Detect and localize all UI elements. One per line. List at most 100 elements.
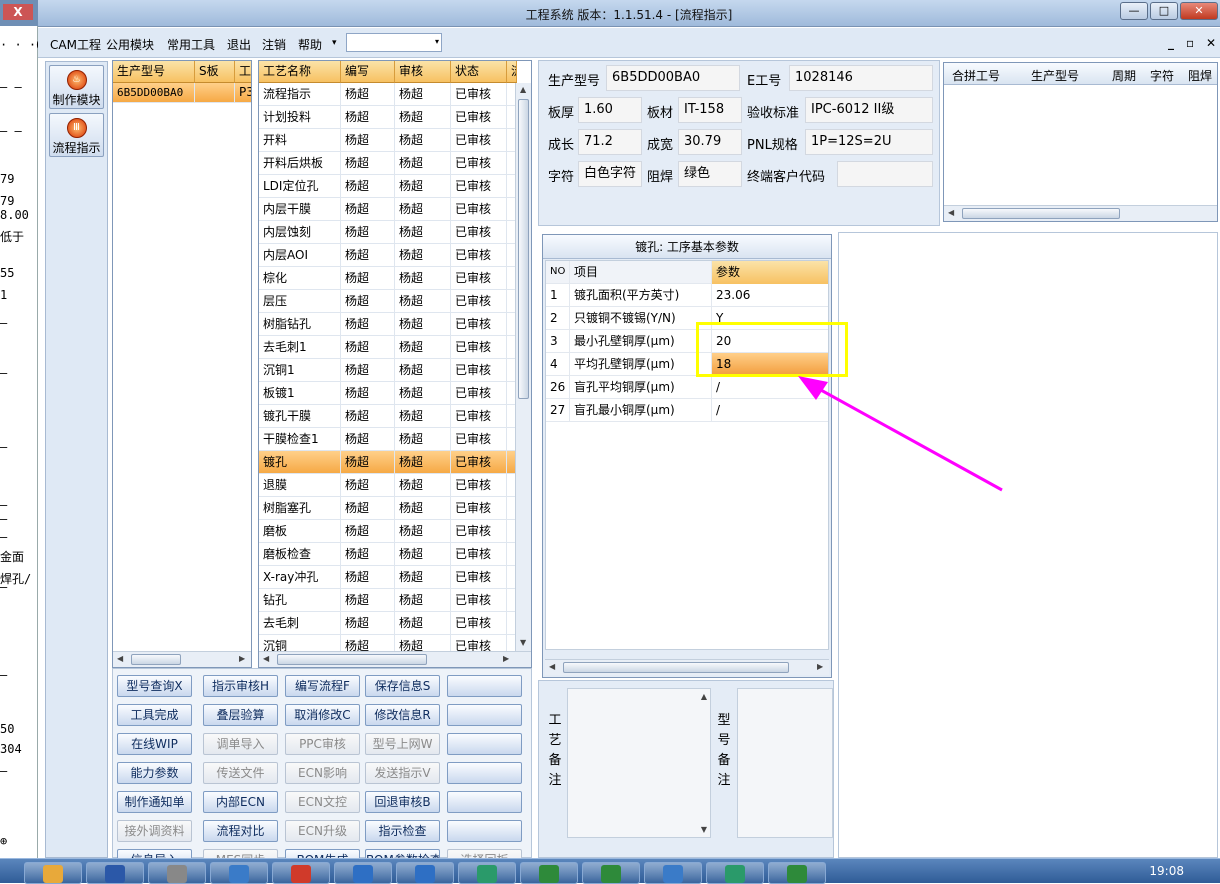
- table-row[interactable]: 开料后烘板 杨超 杨超 已审核: [259, 152, 515, 175]
- action-button[interactable]: 叠层验算: [203, 704, 278, 726]
- action-button[interactable]: 在线WIP: [117, 733, 192, 755]
- menu-exit[interactable]: 退出: [227, 36, 251, 53]
- table-row[interactable]: 开料 杨超 杨超 已审核: [259, 129, 515, 152]
- length-field[interactable]: 71.2: [578, 129, 642, 155]
- action-button[interactable]: 发送指示V: [365, 762, 440, 784]
- scroll-thumb[interactable]: [518, 99, 529, 399]
- scroll-down-icon[interactable]: ▼: [520, 638, 526, 647]
- taskbar-app-button[interactable]: [272, 862, 330, 884]
- column-header[interactable]: 生产型号: [1031, 67, 1079, 84]
- column-header[interactable]: 状态: [451, 61, 507, 83]
- table-row[interactable]: 去毛刺 杨超 杨超 已审核: [259, 612, 515, 635]
- table-row[interactable]: 棕化 杨超 杨超 已审核: [259, 267, 515, 290]
- column-header[interactable]: 参数: [712, 261, 828, 284]
- action-button[interactable]: 修改信息R: [365, 704, 440, 726]
- process-note-input[interactable]: ▲ ▼: [567, 688, 711, 838]
- mdi-close-button[interactable]: ✕: [1206, 36, 1216, 50]
- column-header[interactable]: 字符: [1150, 67, 1174, 84]
- scroll-left-icon[interactable]: ◀: [263, 654, 269, 663]
- mdi-minimize-button[interactable]: _: [1168, 36, 1174, 50]
- scroll-right-icon[interactable]: ▶: [503, 654, 509, 663]
- menu-help[interactable]: 帮助: [298, 36, 322, 53]
- taskbar-app-button[interactable]: [24, 862, 82, 884]
- table-row[interactable]: 磨板检查 杨超 杨超 已审核: [259, 543, 515, 566]
- table-row[interactable]: 钻孔 杨超 杨超 已审核: [259, 589, 515, 612]
- column-header[interactable]: 工: [235, 61, 251, 83]
- sidebar-item-process[interactable]: Ⅲ 流程指示: [49, 113, 104, 157]
- action-button[interactable]: 传送文件: [203, 762, 278, 784]
- scroll-down-icon[interactable]: ▼: [701, 825, 707, 834]
- action-button[interactable]: 能力参数: [117, 762, 192, 784]
- taskbar-app-button[interactable]: [148, 862, 206, 884]
- action-button[interactable]: 工具完成: [117, 704, 192, 726]
- maximize-button[interactable]: □: [1150, 2, 1178, 20]
- taskbar-app-button[interactable]: [706, 862, 764, 884]
- model-note-input[interactable]: [737, 688, 833, 838]
- action-button[interactable]: 取消修改C: [285, 704, 360, 726]
- table-row[interactable]: 1 镀孔面积(平方英寸) 23.06: [546, 284, 828, 307]
- taskbar-app-button[interactable]: [458, 862, 516, 884]
- column-header[interactable]: 编写: [341, 61, 395, 83]
- background-close-button[interactable]: X: [3, 4, 33, 20]
- column-header[interactable]: 合拼工号: [952, 67, 1000, 84]
- action-button[interactable]: ECN文控: [285, 791, 360, 813]
- action-button[interactable]: 指示检查: [365, 820, 440, 842]
- action-button[interactable]: PPC审核: [285, 733, 360, 755]
- vertical-scrollbar[interactable]: ▲ ▼: [515, 83, 531, 651]
- action-button[interactable]: [447, 675, 522, 697]
- table-row[interactable]: 计划投料 杨超 杨超 已审核: [259, 106, 515, 129]
- pnl-field[interactable]: 1P=12S=2U: [805, 129, 933, 155]
- table-row[interactable]: LDI定位孔 杨超 杨超 已审核: [259, 175, 515, 198]
- table-row[interactable]: X-ray冲孔 杨超 杨超 已审核: [259, 566, 515, 589]
- scroll-up-icon[interactable]: ▲: [520, 85, 526, 94]
- thickness-field[interactable]: 1.60: [578, 97, 642, 123]
- scroll-left-icon[interactable]: ◀: [549, 662, 555, 671]
- table-row[interactable]: 树脂钻孔 杨超 杨超 已审核: [259, 313, 515, 336]
- menu-public[interactable]: 公用模块: [106, 36, 154, 53]
- scroll-up-icon[interactable]: ▲: [701, 692, 707, 701]
- sidebar-item-make-module[interactable]: ♨ 制作模块: [49, 65, 104, 109]
- taskbar-app-button[interactable]: [644, 862, 702, 884]
- table-row[interactable]: 板镀1 杨超 杨超 已审核: [259, 382, 515, 405]
- column-header[interactable]: NO: [546, 261, 570, 284]
- taskbar-app-button[interactable]: [334, 862, 392, 884]
- toolbar-combo[interactable]: ▾: [346, 33, 442, 52]
- action-button[interactable]: 内部ECN: [203, 791, 278, 813]
- scroll-thumb[interactable]: [962, 208, 1120, 219]
- action-button[interactable]: 调单导入: [203, 733, 278, 755]
- taskbar-app-button[interactable]: [86, 862, 144, 884]
- table-row[interactable]: 内层干膜 杨超 杨超 已审核: [259, 198, 515, 221]
- horizontal-scrollbar[interactable]: ◀: [944, 205, 1217, 221]
- action-button[interactable]: 编写流程F: [285, 675, 360, 697]
- table-row[interactable]: 流程指示 杨超 杨超 已审核: [259, 83, 515, 106]
- column-header[interactable]: 审核: [395, 61, 451, 83]
- table-row[interactable]: 沉铜1 杨超 杨超 已审核: [259, 359, 515, 382]
- taskbar-app-button[interactable]: [396, 862, 454, 884]
- column-header[interactable]: 工艺名称: [259, 61, 341, 83]
- chevron-down-icon[interactable]: ▾: [435, 37, 439, 46]
- action-button[interactable]: ECN影响: [285, 762, 360, 784]
- action-button[interactable]: [447, 762, 522, 784]
- close-button[interactable]: ✕: [1180, 2, 1218, 20]
- action-button[interactable]: 流程对比: [203, 820, 278, 842]
- scroll-thumb[interactable]: [131, 654, 181, 665]
- column-header[interactable]: 生产型号: [113, 61, 195, 83]
- action-button[interactable]: 接外调资料: [117, 820, 192, 842]
- table-row[interactable]: 干膜检查1 杨超 杨超 已审核: [259, 428, 515, 451]
- table-row[interactable]: 层压 杨超 杨超 已审核: [259, 290, 515, 313]
- table-row[interactable]: 6B5DD00BA0 P3: [113, 83, 251, 103]
- prod-model-field[interactable]: 6B5DD00BA0: [606, 65, 740, 91]
- menu-tools[interactable]: 常用工具: [167, 36, 215, 53]
- action-button[interactable]: 制作通知单: [117, 791, 192, 813]
- table-row[interactable]: 去毛刺1 杨超 杨超 已审核: [259, 336, 515, 359]
- scroll-right-icon[interactable]: ▶: [817, 662, 823, 671]
- action-button[interactable]: 型号上网W: [365, 733, 440, 755]
- scroll-thumb[interactable]: [277, 654, 427, 665]
- action-button[interactable]: [447, 820, 522, 842]
- table-row[interactable]: 退膜 杨超 杨超 已审核: [259, 474, 515, 497]
- action-button[interactable]: ECN升级: [285, 820, 360, 842]
- scroll-left-icon[interactable]: ◀: [948, 208, 954, 217]
- menu-logout[interactable]: 注销: [262, 36, 286, 53]
- horizontal-scrollbar[interactable]: ◀ ▶: [259, 651, 531, 667]
- material-field[interactable]: IT-158: [678, 97, 742, 123]
